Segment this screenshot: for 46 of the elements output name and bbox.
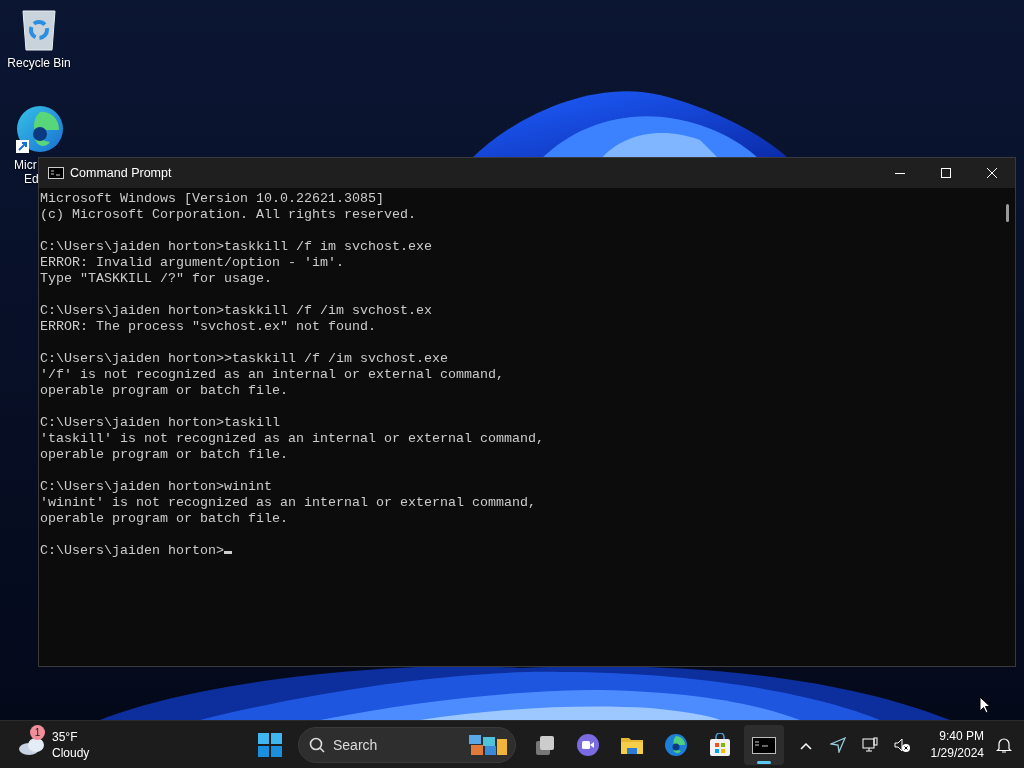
recycle-bin-icon[interactable] xyxy=(19,8,59,52)
console-line: C:\Users\jaiden horton>taskkill /f im svchost.exe xyxy=(40,239,433,255)
console-line: ERROR: The process "svchost.ex" not found. xyxy=(40,319,377,335)
location-icon[interactable] xyxy=(829,737,846,753)
video-chat-icon xyxy=(576,733,600,757)
console-line: operable program or batch file. xyxy=(40,511,289,527)
console-line: operable program or batch file. xyxy=(40,383,289,399)
windows-logo-icon xyxy=(258,733,282,757)
console-prompt: C:\Users\jaiden horton> xyxy=(40,543,224,559)
icon-label: Micr xyxy=(14,158,37,172)
notification-badge: 1 xyxy=(30,724,45,740)
console-line: ERROR: Invalid argument/option - 'im'. xyxy=(40,255,345,271)
console-line: 'taskill' is not recognized as an internal or external command, xyxy=(40,431,545,447)
weather-condition: Cloudy xyxy=(52,744,90,761)
clock-time[interactable]: 9:40 PM xyxy=(930,728,984,745)
pointer-icon xyxy=(979,696,991,714)
icon-label: Recycle Bin xyxy=(7,56,71,70)
close-icon xyxy=(987,168,997,178)
console-line: 'winint' is not recognized as an internal or external command, xyxy=(40,495,537,511)
console-line: Type "TASKKILL /?" for usage. xyxy=(40,271,273,287)
window-title: Command Prompt xyxy=(70,164,173,182)
clock-date[interactable]: 1/29/2024 xyxy=(930,745,984,762)
volume-muted-icon[interactable] xyxy=(893,737,910,753)
edge-icon[interactable] xyxy=(14,104,64,154)
icon-label: Ed xyxy=(24,172,39,186)
maximize-icon xyxy=(941,168,951,178)
store-icon xyxy=(708,733,732,757)
console-line: '/f' is not recognized as an internal or external command, xyxy=(40,367,505,383)
temperature: 35°F xyxy=(52,728,79,745)
taskbar-app[interactable] xyxy=(744,725,784,765)
console-line: (c) Microsoft Corporation. All rights reserved. xyxy=(40,207,417,223)
bell-icon[interactable] xyxy=(996,736,1012,754)
console-line: C:\Users\jaiden horton>taskill xyxy=(40,415,281,431)
search-icon xyxy=(309,737,325,753)
edge-icon xyxy=(664,733,688,757)
search-box[interactable]: Search xyxy=(298,727,516,763)
network-icon[interactable] xyxy=(861,737,878,753)
console-line: C:\Users\jaiden horton>>taskkill /f /im svchost.exe xyxy=(40,351,449,367)
terminal-icon xyxy=(48,167,64,179)
scrollbar-thumb[interactable] xyxy=(1006,204,1009,222)
search-label: Search xyxy=(333,735,379,755)
puzzle-icon xyxy=(467,733,509,757)
console-line: Microsoft Windows [Version 10.0.22621.3085] xyxy=(40,191,385,207)
console-line: C:\Users\jaiden horton>winint xyxy=(40,479,273,495)
console-line: C:\Users\jaiden horton>taskkill /f /im svchost.ex xyxy=(40,303,433,319)
console-line: operable program or batch file. xyxy=(40,447,289,463)
